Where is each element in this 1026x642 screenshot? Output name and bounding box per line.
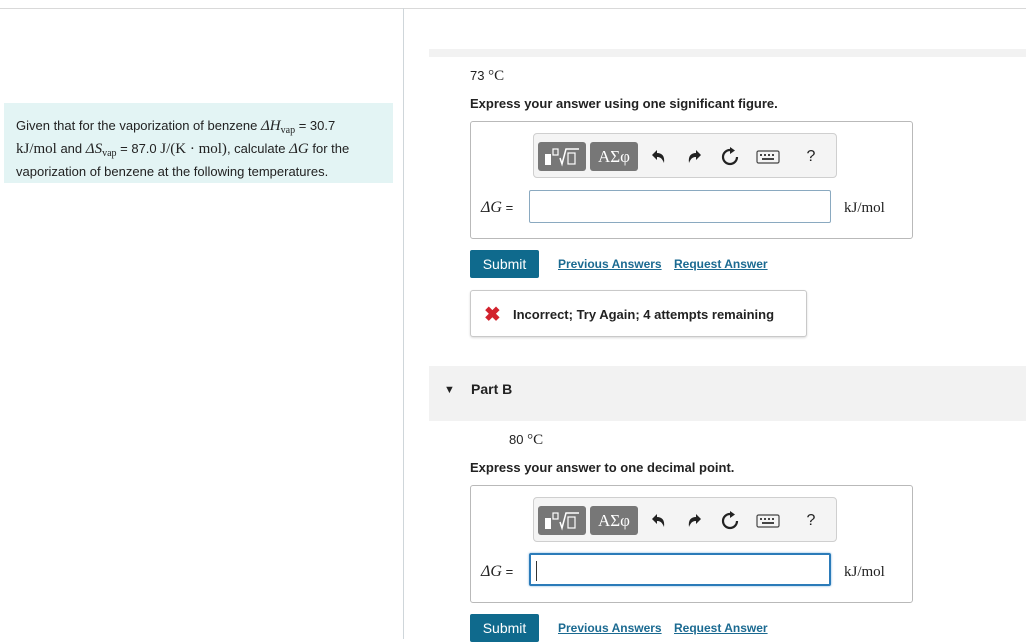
part-a-submit-button[interactable]: Submit	[470, 250, 539, 278]
part-a-math-toolbar: ΑΣφ ?	[533, 133, 837, 178]
part-a-request-answer-link[interactable]: Request Answer	[674, 257, 768, 271]
top-border	[0, 8, 1026, 9]
collapse-triangle-icon[interactable]: ▼	[444, 384, 455, 396]
redo-icon-svg	[688, 514, 701, 527]
part-a-unit: kJ/mol	[844, 200, 885, 216]
part-a-answer-box: ΑΣφ ? ΔG = kJ/mol	[470, 121, 913, 239]
part-b-temperature: 80 °C	[509, 432, 543, 449]
delta-h-value: = 30.7	[295, 118, 336, 133]
part-a-instruction: Express your answer using one significan…	[470, 96, 778, 111]
keyboard-icon[interactable]	[753, 144, 783, 170]
part-b-temp-value: 80	[509, 432, 528, 447]
reset-icon[interactable]	[717, 508, 743, 534]
delta-h-symbol: ΔH	[261, 118, 281, 134]
templates-icon[interactable]	[538, 142, 586, 171]
problem-text: Given that for the vaporization of benze…	[16, 117, 386, 181]
reset-icon-svg	[721, 147, 739, 166]
text-cursor	[536, 561, 537, 581]
problem-text-3: , calculate	[226, 141, 290, 156]
part-b-temp-unit: °C	[527, 432, 544, 448]
incorrect-icon: ✖	[484, 304, 501, 326]
part-b-header[interactable]: ▼ Part B	[429, 366, 1026, 421]
part-a-answer-input[interactable]	[529, 190, 831, 223]
part-a-temp-unit: °C	[488, 68, 505, 84]
part-b-submit-button[interactable]: Submit	[470, 614, 539, 642]
part-b-request-answer-link[interactable]: Request Answer	[674, 621, 768, 635]
part-a-temperature: 73 °C	[470, 68, 504, 85]
delta-s-symbol: ΔS	[85, 141, 103, 157]
undo-icon[interactable]	[645, 508, 671, 534]
reset-icon[interactable]	[717, 144, 743, 170]
part-a-equals: =	[501, 200, 514, 215]
undo-icon-svg	[652, 514, 665, 527]
part-b-previous-answers-link[interactable]: Previous Answers	[558, 621, 662, 635]
greek-symbols-icon[interactable]: ΑΣφ	[590, 142, 638, 171]
help-icon[interactable]: ?	[798, 144, 824, 170]
delta-h-unit: kJ/mol	[16, 141, 57, 157]
part-b-instruction: Express your answer to one decimal point…	[470, 460, 735, 475]
templates-icon[interactable]	[538, 506, 586, 535]
keyboard-icon[interactable]	[753, 508, 783, 534]
part-b-unit: kJ/mol	[844, 564, 885, 580]
part-a-header-strip	[429, 49, 1026, 57]
part-a-previous-answers-link[interactable]: Previous Answers	[558, 257, 662, 271]
part-a-feedback-text: Incorrect; Try Again; 4 attempts remaini…	[513, 307, 775, 322]
part-b-lhs-symbol: ΔG	[481, 563, 502, 580]
part-a-lhs: ΔG =	[481, 199, 513, 217]
part-a-temp-value: 73	[470, 68, 489, 83]
greek-symbols-icon[interactable]: ΑΣφ	[590, 506, 638, 535]
help-icon[interactable]: ?	[798, 508, 824, 534]
keyboard-icon-svg	[756, 150, 780, 164]
keyboard-icon-svg	[756, 514, 780, 528]
column-divider	[403, 8, 404, 639]
delta-s-unit: J/(K · mol)	[160, 141, 227, 157]
part-b-answer-box: ΑΣφ ? ΔG = kJ/mol	[470, 485, 913, 603]
undo-icon[interactable]	[645, 144, 671, 170]
problem-text-1: Given that for the vaporization of benze…	[16, 118, 261, 133]
delta-s-subscript: vap	[102, 148, 117, 159]
problem-statement: Given that for the vaporization of benze…	[4, 103, 393, 183]
undo-icon-svg	[652, 150, 665, 163]
part-b-lhs: ΔG =	[481, 563, 513, 581]
templates-icon-svg	[545, 147, 579, 167]
part-b-title: Part B	[471, 381, 513, 397]
problem-text-2: and	[56, 141, 86, 156]
redo-icon[interactable]	[682, 144, 708, 170]
reset-icon-svg	[721, 511, 739, 530]
delta-h-subscript: vap	[280, 125, 296, 136]
delta-g-symbol: ΔG	[289, 141, 309, 157]
part-b-answer-input[interactable]	[529, 553, 831, 586]
part-b-math-toolbar: ΑΣφ ?	[533, 497, 837, 542]
part-a-lhs-symbol: ΔG	[481, 199, 502, 216]
templates-icon-svg	[545, 511, 579, 531]
part-b-equals: =	[501, 564, 514, 579]
part-a-feedback: ✖ Incorrect; Try Again; 4 attempts remai…	[470, 290, 807, 337]
redo-icon-svg	[688, 150, 701, 163]
delta-s-value: = 87.0	[116, 141, 161, 156]
redo-icon[interactable]	[682, 508, 708, 534]
